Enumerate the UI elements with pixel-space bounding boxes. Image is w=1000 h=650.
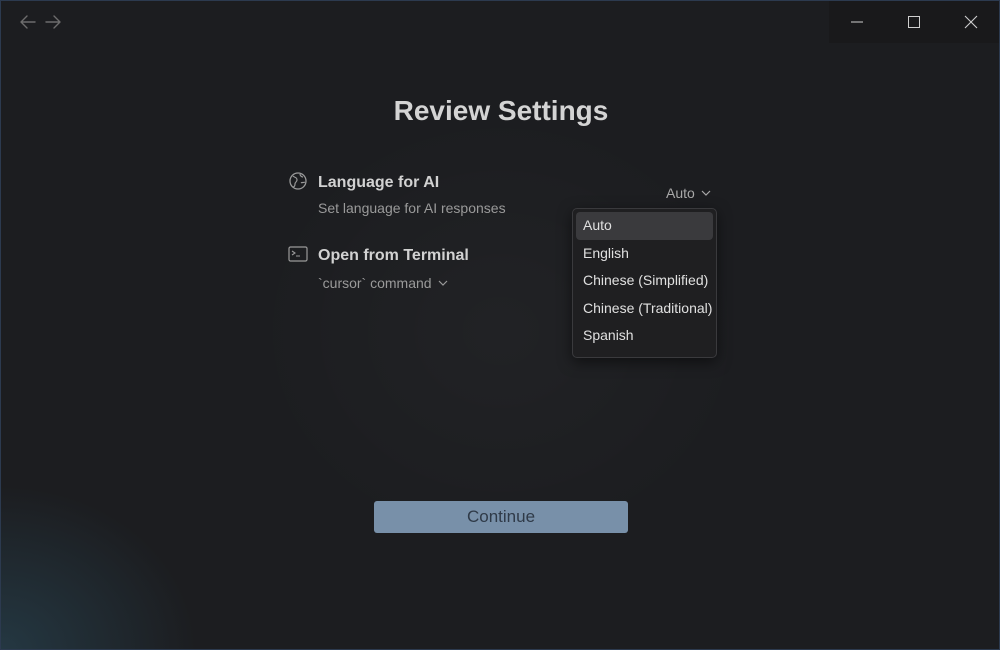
close-icon (964, 15, 978, 29)
language-dropdown: Auto English Chinese (Simplified) Chines… (572, 208, 717, 358)
arrow-left-icon (20, 15, 36, 29)
dropdown-option-french[interactable]: French (576, 350, 713, 358)
maximize-icon (908, 16, 920, 28)
dropdown-option-spanish[interactable]: Spanish (576, 322, 713, 350)
maximize-button[interactable] (886, 1, 943, 43)
window-controls (829, 1, 999, 43)
continue-button[interactable]: Continue (374, 501, 628, 533)
minimize-button[interactable] (829, 1, 886, 43)
minimize-icon (851, 21, 864, 23)
terminal-icon (288, 245, 308, 265)
back-button[interactable] (18, 12, 38, 32)
dropdown-option-chinese-simplified[interactable]: Chinese (Simplified) (576, 267, 713, 295)
chevron-down-icon (438, 280, 448, 286)
forward-button[interactable] (43, 12, 63, 32)
setting-title-language: Language for AI (318, 174, 440, 191)
cursor-command-label: `cursor` command (318, 275, 432, 291)
setting-title-terminal: Open from Terminal (318, 247, 469, 264)
dropdown-option-auto[interactable]: Auto (576, 212, 713, 240)
dropdown-option-english[interactable]: English (576, 240, 713, 268)
setting-description-language: Set language for AI responses (318, 200, 506, 216)
close-button[interactable] (942, 1, 999, 43)
page-title: Review Settings (393, 95, 609, 126)
chevron-down-icon (701, 190, 711, 196)
language-select[interactable]: Auto (666, 185, 711, 201)
dropdown-option-chinese-traditional[interactable]: Chinese (Traditional) (576, 295, 713, 323)
arrow-right-icon (45, 15, 61, 29)
cursor-command-select[interactable]: `cursor` command (318, 275, 448, 291)
app-window: Review Settings Language for AI Set lang… (0, 0, 1000, 650)
language-select-value: Auto (666, 185, 695, 201)
globe-icon (288, 171, 308, 191)
